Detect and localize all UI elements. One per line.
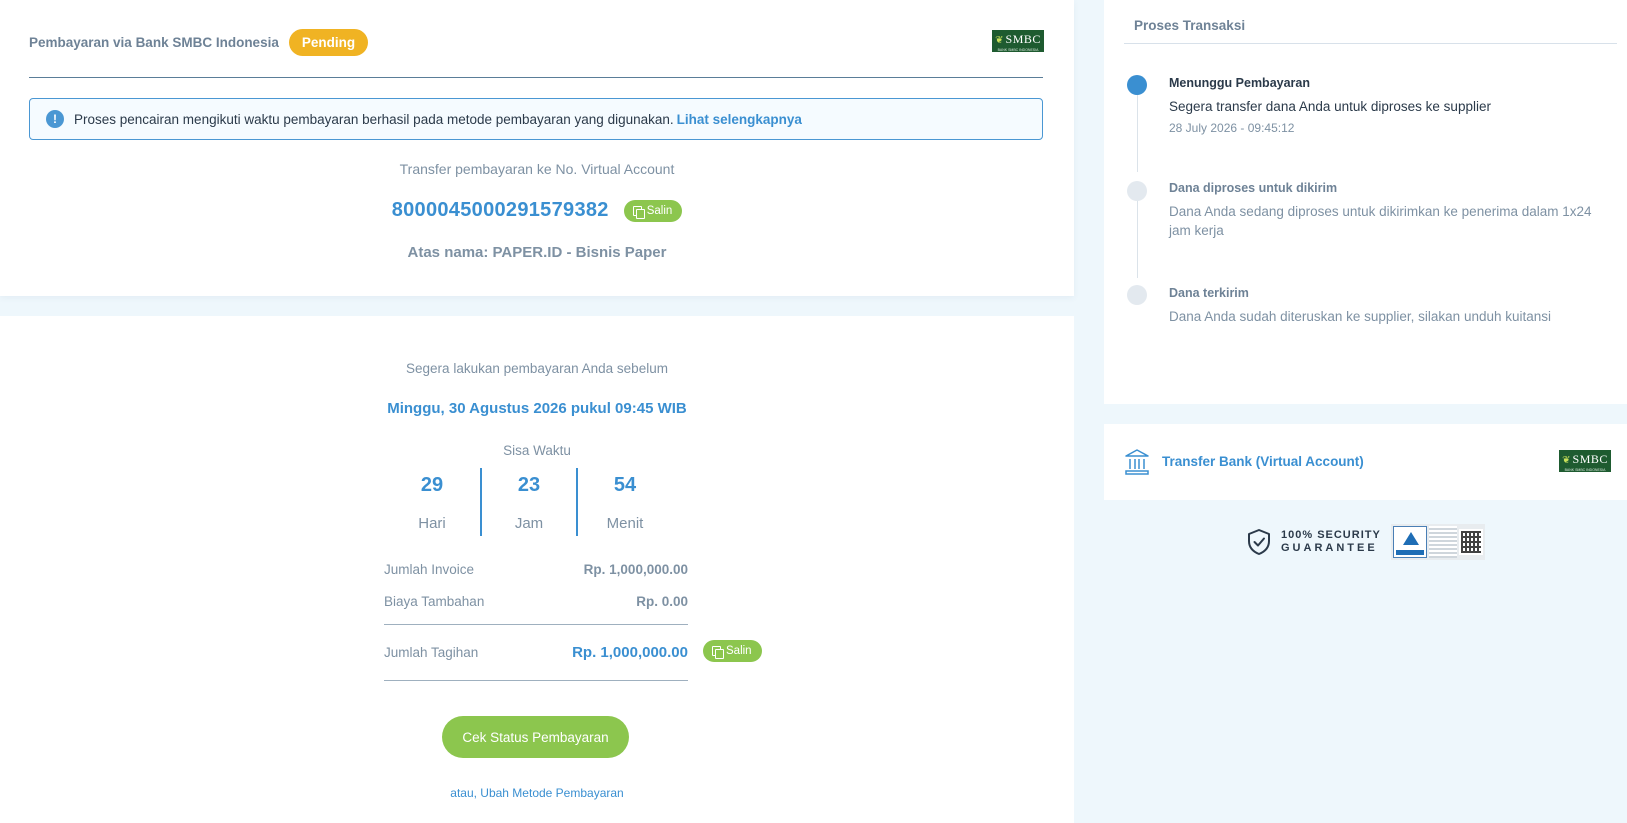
step-desc: Dana Anda sudah diteruskan ke supplier, … — [1169, 309, 1552, 324]
payment-title: Pembayaran via Bank SMBC Indonesia — [29, 34, 279, 50]
fee-label: Biaya Tambahan — [384, 594, 485, 609]
timeline-dot — [1127, 181, 1147, 201]
copy-icon — [632, 205, 645, 219]
bank-icon — [1125, 449, 1149, 475]
status-badge: Pending — [288, 28, 369, 56]
va-number: 8000045000291579382 — [391, 199, 609, 221]
certification-badge — [1390, 524, 1485, 560]
check-status-button[interactable]: Cek Status Pembayaran — [442, 716, 629, 758]
copy-total-button[interactable]: Salin — [703, 640, 762, 662]
transaction-process-card: Proses Transaksi Menunggu Pembayaran Seg… — [1104, 0, 1627, 404]
certificate-text-graphic — [1428, 526, 1457, 558]
virtual-account-card: Pembayaran via Bank SMBC Indonesia Pendi… — [0, 0, 1074, 296]
timeline-dot-active — [1127, 75, 1147, 95]
payment-header: Pembayaran via Bank SMBC Indonesia Pendi… — [29, 27, 1043, 57]
info-banner: ! Proses pencairan mengikuti waktu pemba… — [29, 98, 1043, 140]
header-divider — [29, 77, 1043, 78]
countdown-days: 29 Hari — [418, 474, 446, 532]
summary-divider-bottom — [384, 680, 688, 681]
total-label: Jumlah Tagihan — [384, 645, 479, 660]
step-desc: Segera transfer dana Anda untuk diproses… — [1169, 99, 1491, 114]
step-time: 28 July 2026 - 09:45:12 — [1169, 121, 1295, 135]
remaining-label: Sisa Waktu — [503, 443, 571, 458]
step-title: Dana terkirim — [1169, 286, 1249, 300]
step-title: Menunggu Pembayaran — [1169, 76, 1310, 90]
process-title: Proses Transaksi — [1134, 18, 1246, 33]
va-label: Transfer pembayaran ke No. Virtual Accou… — [399, 161, 675, 177]
countdown-minutes: 54 Menit — [576, 468, 672, 536]
invoice-label: Jumlah Invoice — [384, 562, 475, 577]
security-text: 100% SECURITY GUARANTEE — [1281, 529, 1381, 554]
tuv-logo-icon — [1392, 526, 1427, 558]
method-label: Transfer Bank (Virtual Account) — [1162, 454, 1364, 469]
invoice-amount-row: Jumlah Invoice Rp. 1,000,000.00 — [384, 562, 688, 577]
security-guarantee: 100% SECURITY GUARANTEE — [1246, 524, 1485, 560]
shield-check-icon — [1248, 529, 1270, 555]
process-divider — [1124, 43, 1617, 44]
total-value: Rp. 1,000,000.00 — [572, 644, 688, 661]
copy-icon — [712, 646, 724, 659]
va-row: 8000045000291579382 Salin — [0, 199, 1074, 222]
account-name: Atas nama: PAPER.ID - Bisnis Paper — [407, 244, 667, 261]
payment-method-card[interactable]: Transfer Bank (Virtual Account) ❦ SMBC BA… — [1104, 424, 1627, 500]
timeline-line — [1137, 94, 1138, 172]
qr-code-icon — [1458, 529, 1483, 555]
timeline-dot — [1127, 285, 1147, 305]
smbc-logo: ❦ SMBC BANK SMBC INDONESIA — [1559, 450, 1611, 472]
deadline-label: Segera lakukan pembayaran Anda sebelum — [406, 361, 668, 376]
countdown-hours: 23 Jam — [480, 468, 576, 536]
invoice-value: Rp. 1,000,000.00 — [583, 562, 688, 577]
timeline-line — [1137, 200, 1138, 278]
copy-va-button[interactable]: Salin — [623, 199, 683, 222]
fee-value: Rp. 0.00 — [636, 594, 688, 609]
step-desc: Dana Anda sedang diproses untuk dikirimk… — [1169, 204, 1592, 238]
leaf-icon: ❦ — [1562, 454, 1571, 466]
total-row: Jumlah Tagihan Rp. 1,000,000.00 — [384, 644, 688, 661]
step-title: Dana diproses untuk dikirim — [1169, 181, 1338, 195]
exclamation-icon: ! — [46, 110, 64, 128]
smbc-logo: ❦ SMBC BANK SMBC INDONESIA — [992, 30, 1044, 52]
leaf-icon: ❦ — [995, 34, 1004, 46]
deadline-date: Minggu, 30 Agustus 2026 pukul 09:45 WIB — [387, 400, 687, 417]
learn-more-link[interactable]: Lihat selengkapnya — [677, 112, 802, 127]
change-method-link[interactable]: atau, Ubah Metode Pembayaran — [0, 786, 1074, 800]
fee-row: Biaya Tambahan Rp. 0.00 — [384, 594, 688, 609]
countdown: 29 Hari 23 Jam 54 Menit — [384, 468, 672, 536]
summary-divider — [384, 624, 688, 625]
info-text: Proses pencairan mengikuti waktu pembaya… — [74, 111, 674, 127]
